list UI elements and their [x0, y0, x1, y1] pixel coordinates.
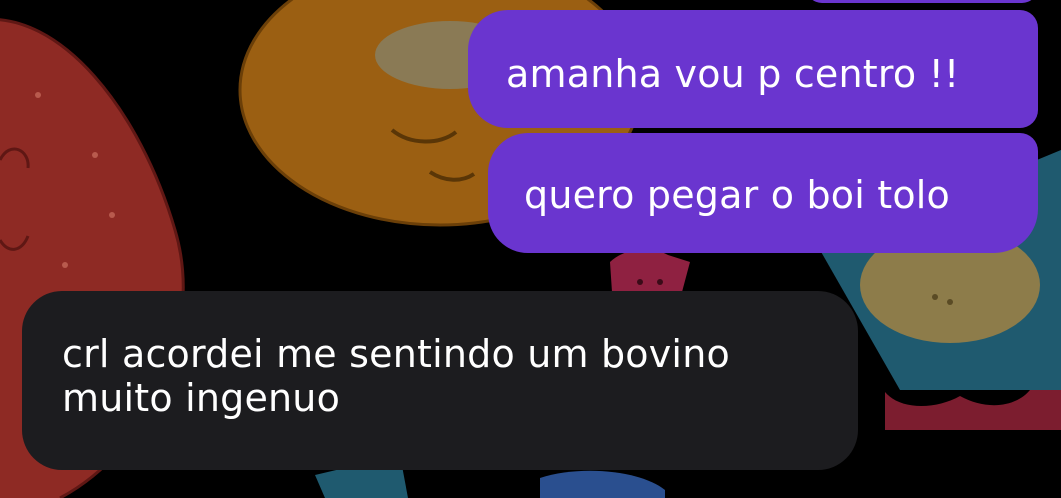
chat-view: amanha vou p centro !! quero pegar o boi… [0, 0, 1061, 498]
message-text-line: crl acordei me sentindo um bovino [62, 332, 730, 376]
message-text: quero pegar o boi tolo [524, 173, 950, 217]
outgoing-message-bubble[interactable]: amanha vou p centro !! [468, 10, 1038, 128]
message-text-line: muito ingenuo [62, 376, 341, 420]
previous-message-bubble [806, 0, 1038, 3]
outgoing-message-bubble[interactable]: quero pegar o boi tolo [488, 133, 1038, 253]
incoming-message-bubble[interactable]: crl acordei me sentindo um bovino muito … [22, 291, 858, 470]
message-text: amanha vou p centro !! [506, 52, 960, 96]
popsicle-icon [610, 249, 690, 292]
